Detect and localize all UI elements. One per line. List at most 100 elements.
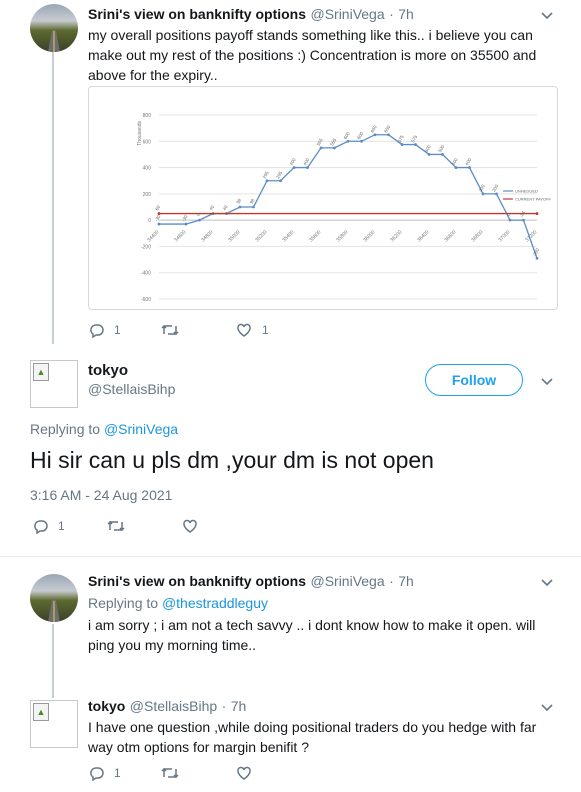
data-point (441, 153, 444, 156)
road-avatar-image (48, 30, 60, 52)
chevron-down-icon[interactable] (540, 377, 554, 387)
chevron-down-icon[interactable] (540, 703, 554, 713)
data-label: 555 (316, 137, 324, 146)
author-handle[interactable]: @SriniVega (310, 573, 384, 589)
x-tick-label: 36000 (362, 229, 376, 243)
retweet-icon (107, 520, 125, 532)
reply-button[interactable]: 1 (88, 322, 121, 338)
replying-label: Replying to (88, 595, 159, 611)
data-point (157, 212, 161, 215)
author-handle[interactable]: @SriniVega (310, 6, 384, 22)
reply-count: 1 (114, 323, 121, 337)
tweet-header: Srini's view on banknifty options @Srini… (88, 573, 414, 591)
replying-to: Replying to @thestraddleguy (88, 595, 268, 611)
road-avatar-image (48, 600, 60, 622)
reply-icon (34, 520, 48, 534)
broken-image-icon: ▲ (33, 363, 49, 381)
data-point (400, 143, 404, 146)
data-label: 40 (222, 204, 229, 211)
x-tick-label: 36800 (470, 229, 484, 243)
avatar[interactable] (30, 574, 78, 622)
replying-to-link[interactable]: @SriniVega (104, 421, 178, 437)
reply-count: 1 (58, 519, 65, 533)
data-label: 400 (464, 157, 472, 166)
x-tick-label: 35800 (335, 229, 349, 243)
reply-count: 1 (114, 766, 121, 780)
x-tick-label: 35000 (227, 229, 241, 243)
data-point (535, 212, 539, 215)
replying-to: Replying to @SriniVega (30, 421, 178, 437)
data-label: 295 (275, 170, 283, 179)
reply-icon (90, 767, 104, 781)
author-name[interactable]: tokyo (88, 698, 125, 714)
data-label: 600 (343, 131, 351, 140)
data-point (306, 166, 309, 169)
reply-button[interactable]: 1 (32, 518, 65, 534)
y-tick-label: 600 (143, 139, 152, 145)
like-button[interactable] (236, 765, 252, 781)
data-label: 400 (289, 157, 297, 166)
like-button[interactable] (182, 518, 198, 534)
data-point (481, 192, 485, 196)
data-point (360, 139, 363, 143)
chevron-down-icon[interactable] (540, 578, 554, 588)
y-tick-label: -200 (141, 244, 151, 250)
like-button[interactable]: 1 (236, 322, 269, 338)
x-tick-label: 36400 (416, 229, 430, 243)
author-name[interactable]: tokyo (88, 362, 128, 379)
y-axis-label: Thousands (137, 121, 143, 146)
reply-icon (90, 324, 104, 338)
chart-image[interactable]: 800 600 400 200 0 -200 -400 -600 Thousands 34400 3… (88, 86, 558, 310)
data-label: 400 (451, 157, 459, 166)
author-name[interactable]: Srini's view on banknifty options (88, 573, 306, 589)
y-tick-label: 0 (148, 218, 151, 224)
divider (0, 556, 581, 557)
data-point (508, 218, 512, 222)
data-point (535, 256, 539, 260)
data-point (454, 166, 458, 169)
data-point (292, 166, 296, 169)
x-tick-label: 34400 (146, 229, 160, 243)
data-label: 555 (329, 137, 337, 146)
separator-dot: · (389, 573, 394, 589)
tweet-header: Srini's view on banknifty options @Srini… (88, 6, 414, 24)
author-handle[interactable]: @StellaisBihp (130, 698, 217, 714)
data-point (265, 179, 269, 183)
retweet-button[interactable] (106, 518, 126, 534)
thread-line (52, 624, 54, 698)
author-name[interactable]: Srini's view on banknifty options (88, 6, 306, 22)
data-label: 40 (208, 204, 215, 211)
tweet-time[interactable]: 7h (398, 6, 414, 22)
retweet-icon (161, 767, 179, 779)
series-line (159, 134, 538, 259)
data-label: 200 (491, 183, 499, 192)
tweet-timestamp[interactable]: 3:16 AM - 24 Aug 2021 (30, 487, 172, 503)
data-point (373, 133, 377, 137)
tweet-time[interactable]: 7h (231, 698, 247, 714)
heart-icon (237, 323, 251, 337)
tweet-time[interactable]: 7h (398, 573, 414, 589)
data-point (157, 222, 161, 226)
broken-image-icon: ▲ (33, 703, 49, 721)
retweet-button[interactable] (160, 765, 180, 781)
replying-to-link[interactable]: @thestraddleguy (162, 595, 268, 611)
follow-button[interactable]: Follow (425, 364, 523, 396)
retweet-button[interactable] (160, 322, 180, 338)
tweet-text: my overall positions payoff stands somet… (88, 27, 537, 83)
reply-button[interactable]: 1 (88, 765, 121, 781)
tweet-header: tokyo @StellaisBihp · 7h (88, 698, 246, 716)
payoff-chart: 800 600 400 200 0 -200 -400 -600 Thousands 34400 3… (137, 113, 552, 303)
avatar[interactable]: ▲ (30, 360, 78, 408)
data-label: -380 (531, 247, 540, 258)
chevron-down-icon[interactable] (540, 11, 554, 21)
avatar[interactable] (30, 4, 78, 52)
x-tick-label: 35200 (254, 229, 268, 243)
retweet-icon (161, 324, 179, 336)
data-point (184, 222, 188, 226)
like-count: 1 (262, 323, 269, 337)
data-point (346, 139, 350, 143)
data-label: -30 (154, 214, 162, 223)
y-tick-label: 800 (143, 113, 152, 119)
avatar[interactable]: ▲ (30, 700, 78, 748)
author-handle[interactable]: @StellaisBihp (88, 381, 175, 397)
